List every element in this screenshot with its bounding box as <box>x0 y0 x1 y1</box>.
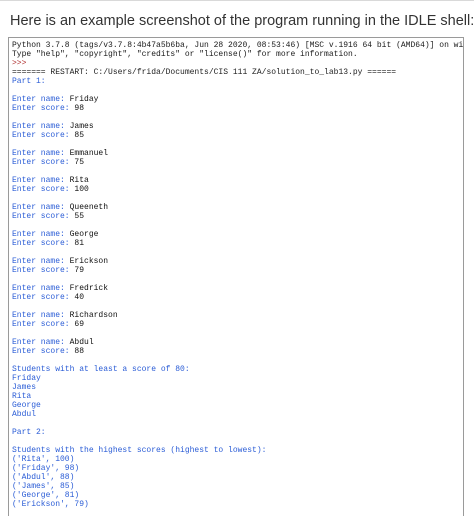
score-input-row: Enter score: 79 <box>12 266 463 275</box>
name-input-row: Enter name: George <box>12 230 463 239</box>
name-value: Richardson <box>69 311 118 320</box>
score-input-row: Enter score: 85 <box>12 131 463 140</box>
python-banner-line: Python 3.7.8 (tags/v3.7.8:4b47a5b6ba, Ju… <box>12 41 463 50</box>
name-value: Fredrick <box>69 284 109 293</box>
score-input-row: Enter score: 88 <box>12 347 463 356</box>
name-input-row: Enter name: Rita <box>12 176 463 185</box>
at-least-item: James <box>12 383 37 392</box>
score-input-row: Enter score: 81 <box>12 239 463 248</box>
highest-item: ('Friday', 98) <box>12 464 80 473</box>
name-prompt-label: Enter name: <box>12 122 70 131</box>
score-prompt-label: Enter score: <box>12 293 75 302</box>
score-input-row: Enter score: 98 <box>12 104 463 113</box>
name-input-row: Enter name: Emmanuel <box>12 149 463 158</box>
score-value: 40 <box>74 293 85 302</box>
highest-heading: Students with the highest scores (highes… <box>12 446 267 455</box>
score-prompt-label: Enter score: <box>12 158 75 167</box>
score-value: 75 <box>74 158 85 167</box>
name-value: James <box>69 122 94 131</box>
highest-item: ('Erickson', 79) <box>12 500 89 509</box>
highest-item: ('George', 81) <box>12 491 80 500</box>
name-prompt-label: Enter name: <box>12 311 70 320</box>
name-input-row: Enter name: Erickson <box>12 257 463 266</box>
score-prompt-label: Enter score: <box>12 266 75 275</box>
score-prompt-label: Enter score: <box>12 212 75 221</box>
score-value: 81 <box>74 239 85 248</box>
score-value: 55 <box>74 212 85 221</box>
name-prompt-label: Enter name: <box>12 95 70 104</box>
score-prompt-label: Enter score: <box>12 131 75 140</box>
name-value: Friday <box>69 95 99 104</box>
name-prompt-label: Enter name: <box>12 230 70 239</box>
score-input-row: Enter score: 100 <box>12 185 463 194</box>
part1-heading: Part 1: <box>12 77 46 86</box>
score-prompt-label: Enter score: <box>12 239 75 248</box>
part2-heading: Part 2: <box>12 428 46 437</box>
name-value: Queeneth <box>69 203 109 212</box>
restart-line: ======= RESTART: C:/Users/frida/Document… <box>12 68 397 77</box>
name-input-row: Enter name: James <box>12 122 463 131</box>
name-prompt-label: Enter name: <box>12 284 70 293</box>
score-value: 79 <box>74 266 85 275</box>
name-input-row: Enter name: Richardson <box>12 311 463 320</box>
name-input-row: Enter name: Friday <box>12 95 463 104</box>
screenshot-caption: Here is an example screenshot of the pro… <box>10 13 474 29</box>
highest-item: ('Abdul', 88) <box>12 473 75 482</box>
score-value: 100 <box>74 185 89 194</box>
highest-item: ('Rita', 100) <box>12 455 75 464</box>
at-least-list: Friday James Rita George Abdul <box>12 374 463 419</box>
name-prompt-label: Enter name: <box>12 203 70 212</box>
score-prompt-label: Enter score: <box>12 185 75 194</box>
name-value: Erickson <box>69 257 109 266</box>
score-value: 98 <box>74 104 85 113</box>
name-value: Rita <box>69 176 89 185</box>
at-least-item: Abdul <box>12 410 37 419</box>
at-least-item: Rita <box>12 392 32 401</box>
score-input-row: Enter score: 75 <box>12 158 463 167</box>
score-input-row: Enter score: 40 <box>12 293 463 302</box>
score-input-row: Enter score: 69 <box>12 320 463 329</box>
name-prompt-label: Enter name: <box>12 257 70 266</box>
name-prompt-label: Enter name: <box>12 176 70 185</box>
score-value: 88 <box>74 347 85 356</box>
shell-prompt: >>> <box>12 59 27 68</box>
name-input-row: Enter name: Abdul <box>12 338 463 347</box>
entries-list: Enter name: Friday Enter score: 98 Enter n… <box>12 95 463 356</box>
score-prompt-label: Enter score: <box>12 320 75 329</box>
name-prompt-label: Enter name: <box>12 149 70 158</box>
name-prompt-label: Enter name: <box>12 338 70 347</box>
top-divider <box>0 0 474 1</box>
idle-shell-output[interactable]: Python 3.7.8 (tags/v3.7.8:4b47a5b6ba, Ju… <box>8 37 464 516</box>
name-input-row: Enter name: Fredrick <box>12 284 463 293</box>
name-input-row: Enter name: Queeneth <box>12 203 463 212</box>
name-value: Abdul <box>69 338 94 347</box>
score-prompt-label: Enter score: <box>12 104 75 113</box>
name-value: George <box>69 230 99 239</box>
python-help-line: Type "help", "copyright", "credits" or "… <box>12 50 358 59</box>
at-least-heading: Students with at least a score of 80: <box>12 365 190 374</box>
at-least-item: Friday <box>12 374 41 383</box>
at-least-item: George <box>12 401 41 410</box>
name-value: Emmanuel <box>69 149 109 158</box>
highest-list: ('Rita', 100) ('Friday', 98) ('Abdul', 88)… <box>12 455 463 509</box>
score-value: 85 <box>74 131 85 140</box>
score-value: 69 <box>74 320 85 329</box>
score-input-row: Enter score: 55 <box>12 212 463 221</box>
score-prompt-label: Enter score: <box>12 347 75 356</box>
highest-item: ('James', 85) <box>12 482 75 491</box>
